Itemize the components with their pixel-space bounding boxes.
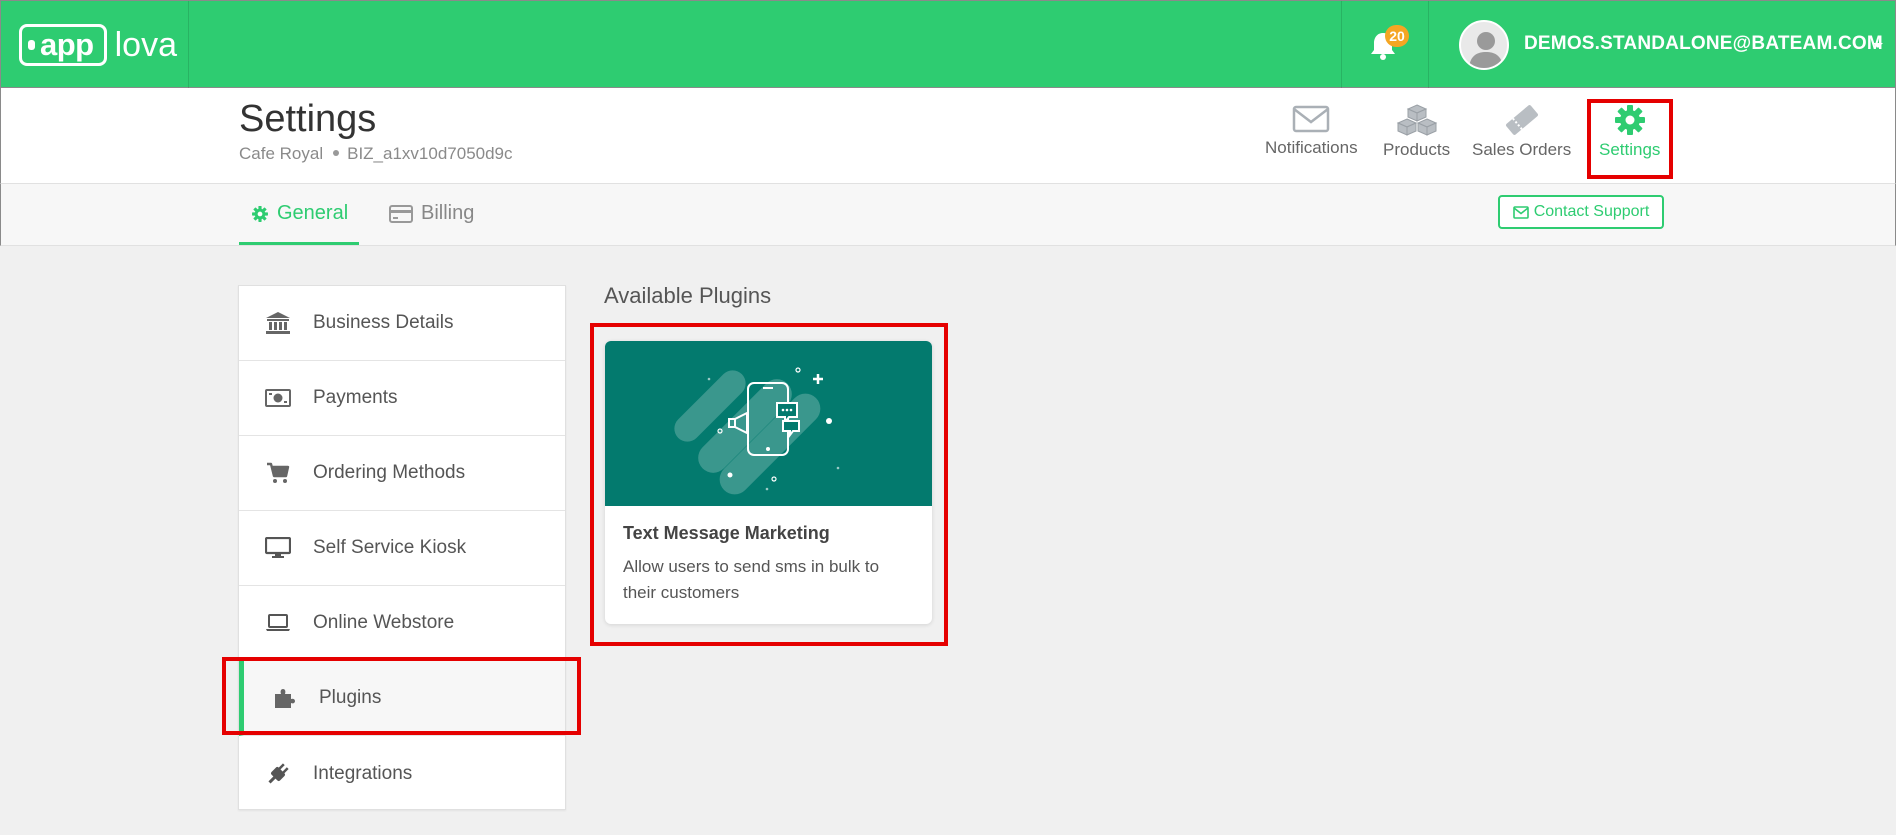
sidebar-item-label: Self Service Kiosk [313,537,467,558]
sidebar-item-online-webstore[interactable]: Online Webstore [239,586,565,661]
nav-notifications[interactable]: Notifications [1265,104,1358,158]
sidebar-item-ordering-methods[interactable]: Ordering Methods [239,436,565,511]
sidebar-item-integrations[interactable]: Integrations [239,736,565,811]
credit-card-icon [389,204,413,223]
plug-icon [263,759,293,789]
sidebar-item-self-service-kiosk[interactable]: Self Service Kiosk [239,511,565,586]
logo-text-left: app [40,27,94,62]
sidebar-item-label: Integrations [313,762,413,784]
sidebar-item-label: Online Webstore [313,612,455,633]
logo-mark: app [19,24,107,66]
business-id: BIZ_a1xv10d7050d9c [347,144,513,163]
nav-label: Products [1383,140,1451,159]
user-email-menu[interactable]: DEMOS.STANDALONE@BATEAM.COM [1524,33,1883,55]
bank-icon [263,308,293,338]
sidebar-item-business-details[interactable]: Business Details [239,286,565,361]
money-icon [263,383,293,413]
logo-text-right: lova [114,25,177,64]
envelope-icon [1293,105,1330,133]
active-tab-indicator [239,242,359,245]
sidebar-item-label: Business Details [313,312,454,333]
desktop-icon [263,533,293,563]
user-silhouette-icon [1469,32,1503,68]
business-info: Cafe Royal BIZ_a1xv10d7050d9c [239,144,513,164]
page-title: Settings [239,98,377,140]
caret-down-icon[interactable] [1873,43,1883,48]
nav-label: Notifications [1265,138,1358,157]
envelope-icon [1512,205,1529,219]
tab-billing[interactable]: Billing [389,202,474,225]
tab-label: Billing [421,202,475,224]
tab-label: General [277,202,349,224]
divider [1428,1,1429,89]
sidebar-item-payments[interactable]: Payments [239,361,565,436]
sidebar-item-label: Ordering Methods [313,462,466,483]
divider [1341,1,1342,89]
contact-support-button[interactable]: Contact Support [1498,195,1664,229]
separator-dot [333,150,340,157]
top-bar: app lova 20 DEMOS.STANDALONE@BATEAM.COM [0,0,1896,89]
sidebar-item-label: Payments [313,387,398,408]
cart-icon [263,458,293,488]
highlight-box-plugins [222,657,581,735]
ticket-icon [1505,105,1538,135]
notification-count-badge: 20 [1385,25,1409,47]
divider [188,1,189,89]
nav-label: Sales Orders [1472,140,1572,159]
section-title: Available Plugins [604,283,772,308]
cubes-icon [1396,104,1437,136]
tab-general[interactable]: General [251,202,348,225]
nav-sales-orders[interactable]: Sales Orders [1472,104,1571,160]
highlight-box-plugin-card [590,323,948,646]
app-logo[interactable]: app lova [19,23,177,67]
gear-icon [252,205,268,222]
highlight-box-settings [1587,99,1673,179]
avatar[interactable] [1459,20,1509,70]
settings-tabs-bar: General Billing Contact Support [0,183,1896,246]
nav-products[interactable]: Products [1383,104,1450,160]
laptop-icon [263,608,293,638]
contact-support-label: Contact Support [1533,203,1650,220]
business-name: Cafe Royal [239,144,324,163]
